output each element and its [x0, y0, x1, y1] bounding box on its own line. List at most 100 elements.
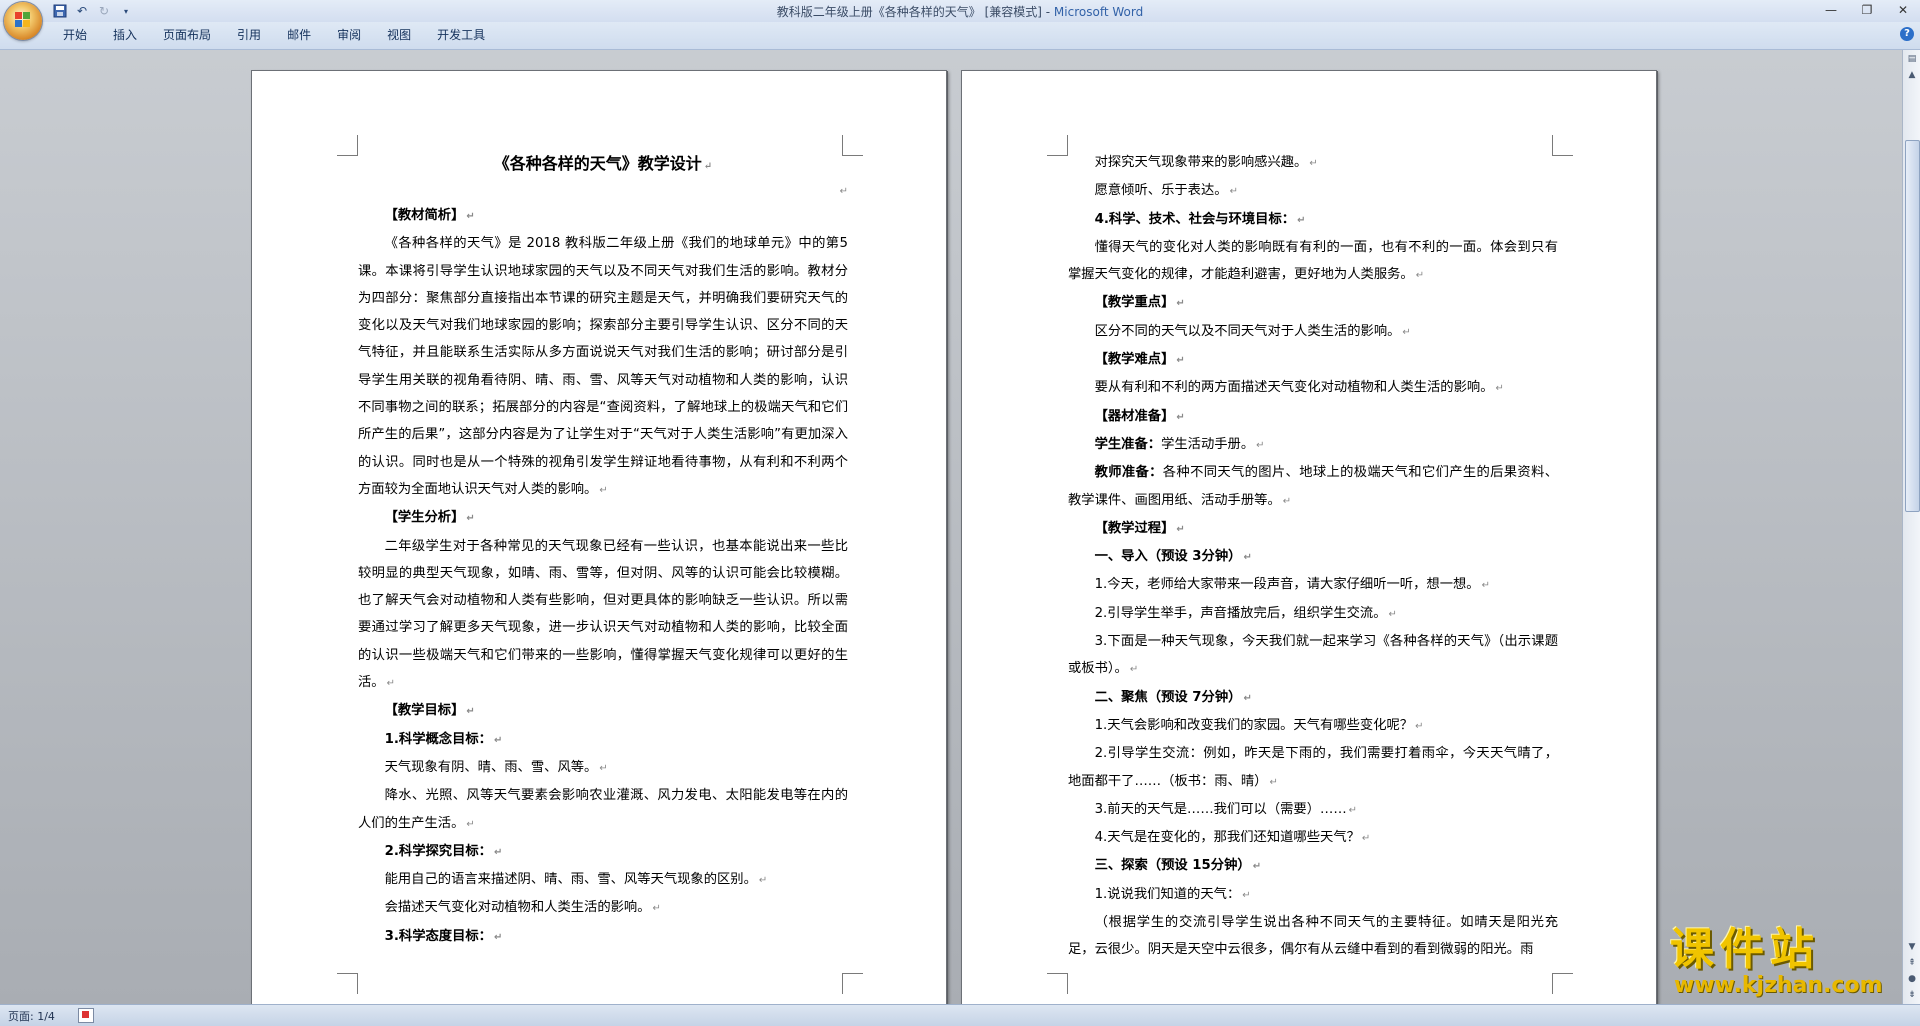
section-heading: 二、聚焦（预设 7分钟） ↵ — [1068, 684, 1558, 712]
paragraph-text: 二、聚焦（预设 7分钟） — [1094, 689, 1242, 705]
page-2-body[interactable]: 对探究天气现象带来的影响感兴趣。 ↵ 愿意倾听、乐于表达。 ↵ 4.科学、技术、社会与环… — [1068, 149, 1558, 964]
ribbon-tab-bar: 开始 插入 页面布局 引用 邮件 审阅 视图 开发工具 ? — [0, 22, 1920, 50]
paragraph-text: 学生活动手册。 — [1161, 436, 1255, 452]
paragraph-text: 【学生分析】 — [384, 510, 465, 526]
section-heading: 【器材准备】 ↵ — [1068, 403, 1558, 431]
next-page-icon[interactable]: ⇟ — [1905, 988, 1919, 1002]
office-button[interactable] — [4, 2, 42, 40]
section-heading: 三、探索（预设 15分钟） ↵ — [1068, 852, 1558, 880]
paragraph-mark: ↵ — [1256, 439, 1265, 451]
section-heading: 3.科学态度目标： ↵ — [358, 923, 848, 951]
paragraph: 2.引导学生交流：例如，昨天是下雨的，我们需要打着雨伞，今天天气晴了，地面都干了… — [1068, 740, 1558, 796]
paragraph-mark: ↵ — [466, 706, 475, 718]
section-heading: 【教学重点】 ↵ — [1068, 289, 1558, 317]
paragraph: 学生准备：学生活动手册。 ↵ — [1068, 431, 1558, 459]
paragraph: 降水、光照、风等天气要素会影响农业灌溉、风力发电、太阳能发电等在内的人们的生产生… — [358, 782, 848, 838]
margin-corner-mark — [1552, 973, 1573, 994]
section-heading: 【教材简析】 ↵ — [358, 202, 848, 230]
section-heading: 2.科学探究目标： ↵ — [358, 838, 848, 866]
paragraph-mark: ↵ — [1361, 833, 1371, 845]
paragraph-text: 2.引导学生举手，声音播放完后，组织学生交流。 — [1094, 605, 1387, 621]
window-controls: — ❐ ✕ — [1820, 1, 1914, 19]
minimize-icon[interactable]: — — [1820, 1, 1842, 19]
proofing-icon[interactable] — [78, 1008, 94, 1023]
paragraph-text: 能用自己的语言来描述阴、晴、雨、雪、风等天气现象的区别。 — [384, 872, 757, 888]
paragraph-text: 3.前天的天气是……我们可以（需要）…… — [1094, 801, 1347, 817]
paragraph-mark: ↵ — [1495, 383, 1504, 395]
close-icon[interactable]: ✕ — [1892, 1, 1914, 19]
paragraph-text: 1.说说我们知道的天气： — [1094, 886, 1241, 902]
paragraph-mark: ↵ — [1243, 692, 1252, 704]
paragraph-mark: ↵ — [1415, 720, 1424, 732]
paragraph-mark: ↵ — [599, 484, 608, 496]
paragraph: 4.天气是在变化的，那我们还知道哪些天气？ ↵ — [1068, 824, 1558, 852]
ribbon-tab[interactable]: 开始 — [50, 27, 100, 44]
paragraph-mark: ↵ — [1129, 664, 1139, 676]
scroll-down-icon[interactable]: ▼ — [1905, 940, 1919, 954]
document-title: 《各种各样的天气》教学设计 ↵ — [493, 154, 713, 173]
section-heading: 4.科学、技术、社会与环境目标： ↵ — [1068, 206, 1558, 234]
margin-corner-mark — [1047, 135, 1068, 156]
ribbon-tabs: 开始 插入 页面布局 引用 邮件 审阅 视图 开发工具 — [50, 27, 498, 44]
paragraph-text: 1.今天，老师给大家带来一段声音，请大家仔细听一听，想一想。 — [1094, 577, 1480, 593]
ruler-toggle-icon[interactable]: ▤ — [1905, 52, 1919, 66]
paragraph: 会描述天气变化对动植物和人类生活的影响。 ↵ — [358, 894, 848, 922]
ribbon-tab[interactable]: 邮件 — [274, 27, 324, 44]
window-title-doc: 教科版二年级上册《各种各样的天气》 [兼容模式] - — [776, 5, 1054, 19]
paragraph-mark: ↵ — [652, 903, 661, 915]
paragraph-mark: ↵ — [1415, 270, 1425, 282]
paragraph-text: 3.下面是一种天气现象，今天我们就一起来学习《各种各样的天气》（出示课题或板书）… — [1068, 634, 1558, 677]
ribbon-tab[interactable]: 视图 — [374, 27, 424, 44]
paragraph-text: 懂得天气的变化对人类的影响既有有利的一面，也有不利的一面。体会到只有掌握天气变化… — [1068, 239, 1558, 283]
paragraph: 《各种各样的天气》是 2018 教科版二年级上册《我们的地球单元》中的第5课。本… — [358, 230, 848, 504]
scroll-thumb[interactable] — [1905, 140, 1920, 512]
paragraph: 懂得天气的变化对人类的影响既有有利的一面，也有不利的一面。体会到只有掌握天气变化… — [1068, 234, 1558, 290]
watermark-text: 课件站 — [1670, 924, 1820, 975]
document-page-2: 对探究天气现象带来的影响感兴趣。 ↵ 愿意倾听、乐于表达。 ↵ 4.科学、技术、社会与环… — [961, 70, 1657, 1004]
page-2-paragraphs: 对探究天气现象带来的影响感兴趣。 ↵ 愿意倾听、乐于表达。 ↵ 4.科学、技术、社会与环… — [1068, 149, 1558, 964]
paragraph-mark: ↵ — [1269, 776, 1278, 788]
margin-corner-mark — [337, 135, 358, 156]
section-heading: 一、导入（预设 3分钟） ↵ — [1068, 543, 1558, 571]
margin-corner-mark — [842, 973, 863, 994]
paragraph-mark: ↵ — [1309, 158, 1318, 169]
scroll-up-icon[interactable]: ▲ — [1905, 68, 1919, 82]
paragraph-text: 1.天气会影响和改变我们的家园。天气有哪些变化呢？ — [1094, 717, 1414, 733]
paragraph-text: 【器材准备】 — [1094, 408, 1175, 424]
paragraph-mark: ↵ — [839, 186, 848, 197]
ribbon-tab[interactable]: 开发工具 — [424, 27, 498, 44]
ribbon-tab[interactable]: 页面布局 — [150, 27, 224, 44]
paragraph-mark: ↵ — [466, 818, 475, 830]
section-heading: 【学生分析】 ↵ — [358, 504, 848, 532]
paragraph-mark: ↵ — [1176, 523, 1185, 535]
paragraph-mark: ↵ — [493, 734, 503, 746]
title-bar: ↶ ↻ ▾ 教科版二年级上册《各种各样的天气》 [兼容模式] - Microso… — [0, 0, 1920, 23]
paragraph-mark: ↵ — [1176, 355, 1185, 367]
paragraph-mark: ↵ — [1402, 326, 1411, 338]
paragraph-mark: ↵ — [1242, 889, 1251, 901]
page-number-status[interactable]: 页面: 1/4 — [8, 1008, 55, 1024]
help-icon[interactable]: ? — [1900, 27, 1914, 41]
paragraph-text: 降水、光照、风等天气要素会影响农业灌溉、风力发电、太阳能发电等在内的人们的生产生… — [358, 788, 848, 831]
paragraph-mark: ↵ — [493, 931, 503, 943]
window-title-app: Microsoft Word — [1053, 5, 1144, 19]
maximize-icon[interactable]: ❐ — [1856, 1, 1878, 19]
document-workspace: 《各种各样的天气》教学设计 ↵ ↵ 【教材简析】 ↵ 《各种各样的天气》是 2018 … — [0, 50, 1902, 1004]
section-heading: 【教学难点】 ↵ — [1068, 346, 1558, 374]
ribbon-tab[interactable]: 引用 — [224, 27, 274, 44]
window-title: 教科版二年级上册《各种各样的天气》 [兼容模式] - Microsoft Wor… — [0, 3, 1920, 20]
margin-corner-mark — [337, 973, 358, 994]
ribbon-tab[interactable]: 审阅 — [324, 27, 374, 44]
page-1-body[interactable]: 《各种各样的天气》教学设计 ↵ ↵ 【教材简析】 ↵ 《各种各样的天气》是 2018 … — [358, 149, 848, 951]
vertical-scrollbar[interactable]: ▤ ▲ ▼ ⇞ ● ⇟ — [1902, 50, 1920, 1004]
section-heading: 【教学过程】 ↵ — [1068, 515, 1558, 543]
paragraph-mark: ↵ — [1176, 298, 1185, 310]
previous-page-icon[interactable]: ⇞ — [1905, 956, 1919, 970]
paragraph-mark: ↵ — [1282, 495, 1292, 507]
select-browse-object-icon[interactable]: ● — [1905, 972, 1919, 986]
watermark-logo: 课件站 www.kjzhan.com — [1670, 926, 1902, 1000]
paragraph-mark: ↵ — [1388, 608, 1397, 620]
paragraph-mark: ↵ — [1243, 552, 1252, 564]
paragraph: 区分不同的天气以及不同天气对于人类生活的影响。 ↵ — [1068, 318, 1558, 346]
ribbon-tab[interactable]: 插入 — [100, 27, 150, 44]
